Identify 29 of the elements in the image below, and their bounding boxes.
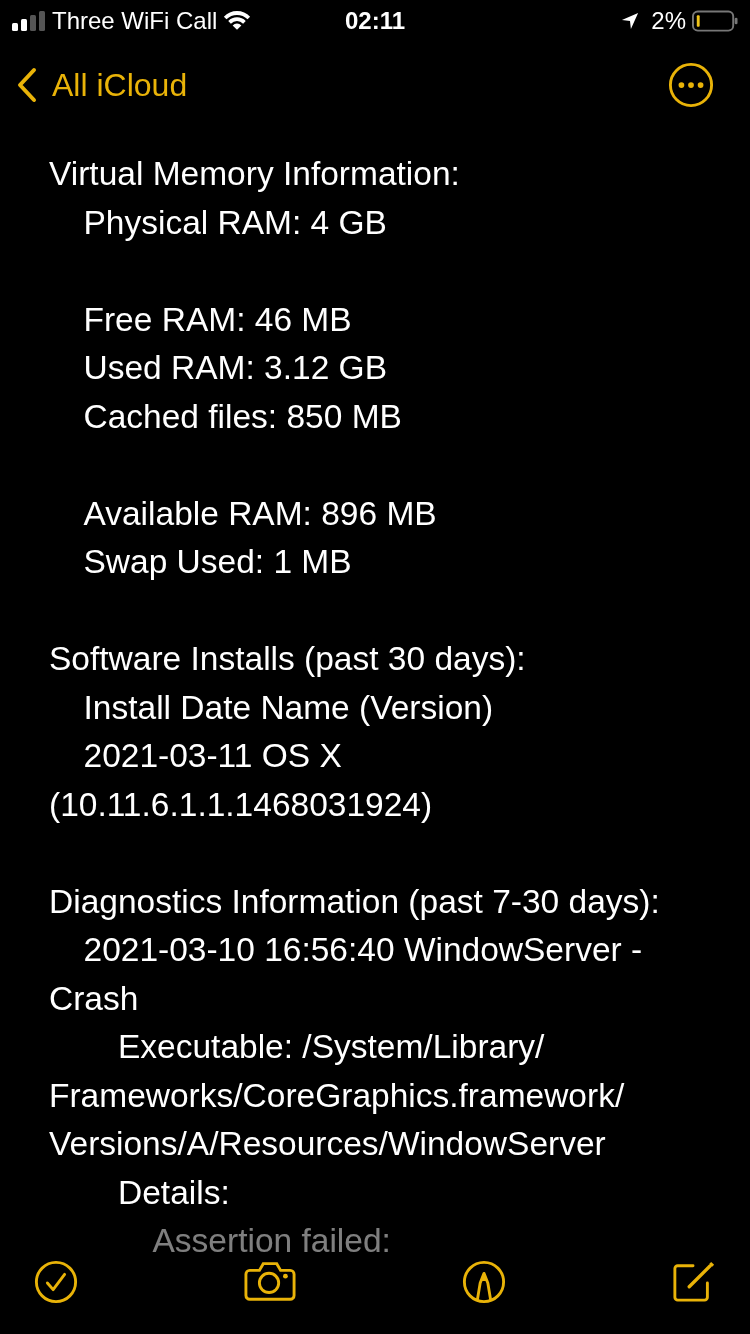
note-line: Executable: /System/Library/Frameworks/CoreGraphics.framework/Versions/A/Resources/WindowServer [49, 1027, 626, 1164]
note-line: Install Date Name (Version) [82, 687, 495, 728]
markup-pen-icon[interactable] [462, 1260, 506, 1304]
compose-icon[interactable] [672, 1260, 716, 1304]
clock-time: 02:11 [344, 7, 406, 35]
note-line: Available RAM: 896 MB [82, 493, 438, 534]
location-arrow-icon [621, 12, 640, 30]
battery-icon [692, 9, 738, 33]
section-heading: Virtual Memory Information: [49, 154, 461, 194]
section-heading: Software Installs (past 30 days): [49, 639, 527, 679]
chevron-left-icon [16, 67, 38, 103]
more-options-icon[interactable] [668, 62, 714, 108]
note-line: Cached files: 850 MB [82, 396, 403, 437]
battery-percent: 2% [651, 7, 686, 35]
note-line: Used RAM: 3.12 GB [82, 348, 388, 388]
signal-icon [12, 11, 46, 31]
back-button[interactable]: All iCloud [16, 66, 188, 104]
note-line: Swap Used: 1 MB [82, 542, 353, 582]
note-line: Assertion failed: [151, 1221, 392, 1261]
section-heading: Diagnostics Information (past 7-30 days): [49, 881, 661, 922]
note-line: Details: [117, 1172, 231, 1213]
note-line: 2021-03-10 16:56:40 WindowServer - Crash [49, 930, 644, 1019]
wifi-icon [223, 10, 252, 32]
carrier-name: Three WiFi Call [52, 7, 218, 35]
camera-icon[interactable] [244, 1260, 296, 1302]
checklist-icon[interactable] [34, 1260, 78, 1304]
note-line: Physical RAM: 4 GB [82, 202, 388, 243]
note-line: 2021-03-11 OS X (10.11.6.1.1.1468031924) [49, 736, 434, 825]
note-line: Free RAM: 46 MB [82, 299, 353, 340]
